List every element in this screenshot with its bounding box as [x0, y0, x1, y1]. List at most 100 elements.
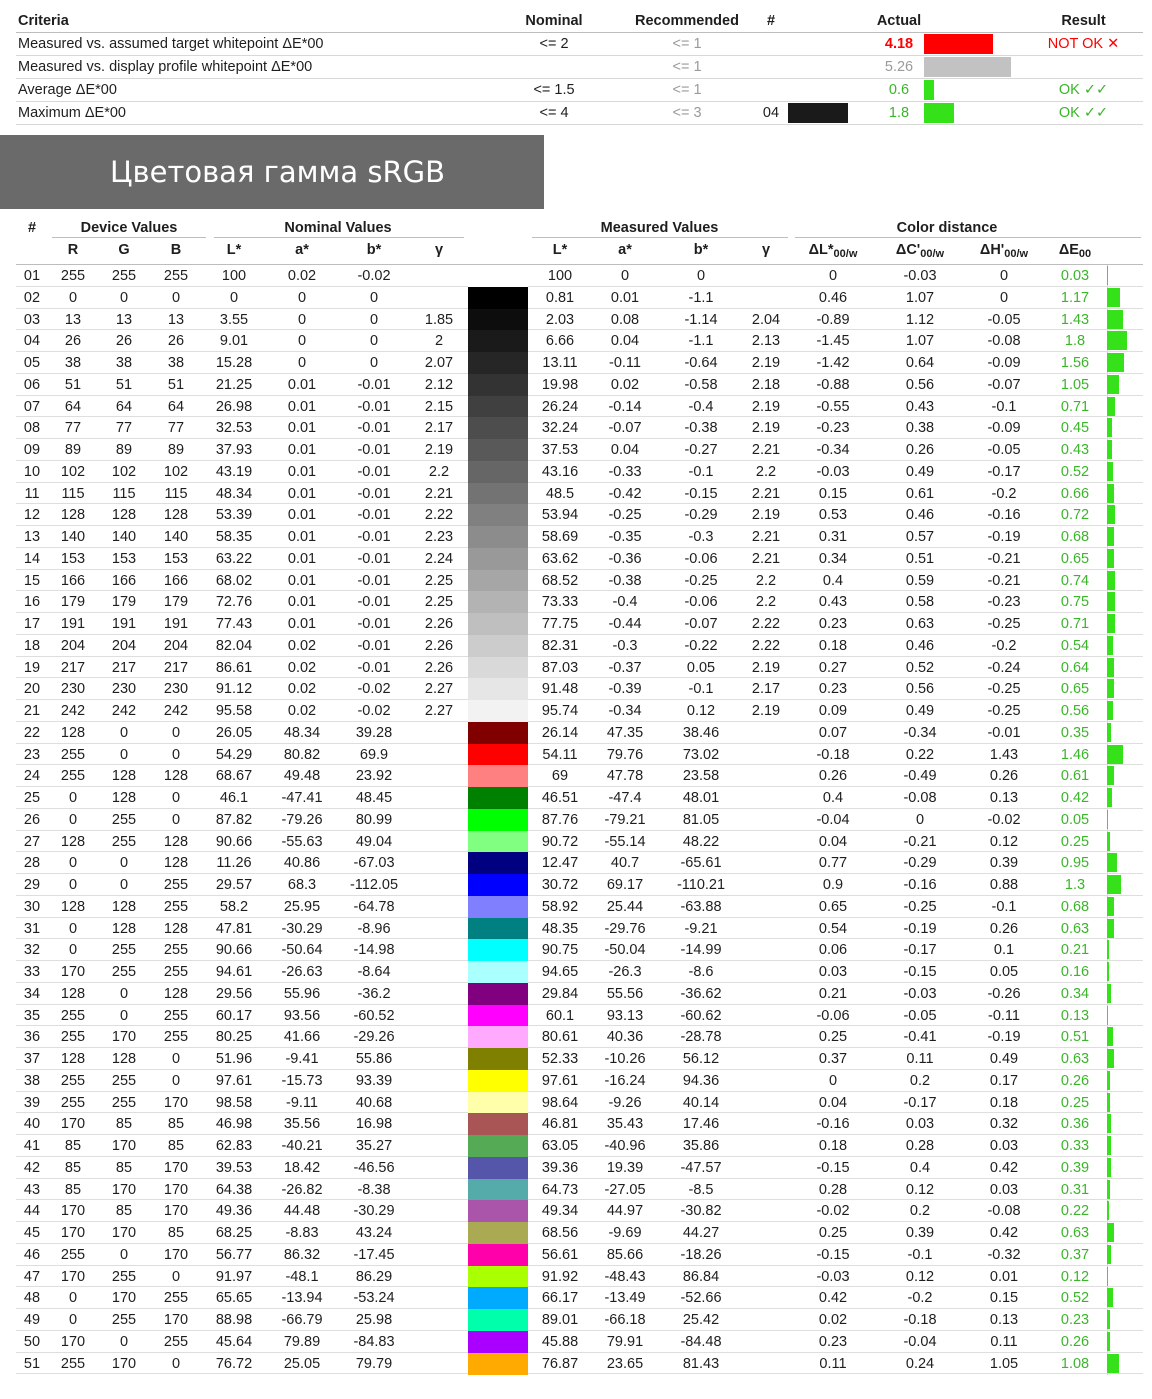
table-row: 41 85 170 85 62.83 -40.21 35.27 63.05 -40.96 35.8… — [16, 1135, 1143, 1157]
delta-l: 0.18 — [818, 1138, 848, 1154]
delta-h: 0.39 — [989, 855, 1019, 872]
row-number: 51 — [23, 1355, 41, 1372]
device-b: 102 — [163, 463, 189, 480]
measured-a: -27.05 — [604, 1181, 646, 1198]
delta-c: 0.64 — [905, 355, 935, 371]
measured-a: -50.04 — [604, 942, 646, 959]
delta-c: -0.29 — [903, 855, 937, 872]
nominal-gamma: 2.27 — [424, 681, 454, 698]
nominal-b: -30.29 — [353, 1203, 395, 1220]
delta-l: 0.06 — [818, 942, 848, 959]
measured-l: 90.75 — [541, 942, 579, 959]
delta-l: 0.23 — [818, 616, 848, 632]
measured-b: -30.82 — [680, 1203, 722, 1220]
device-g: 255 — [111, 833, 137, 850]
delta-e-bar — [1107, 331, 1127, 351]
delta-c: 0.12 — [905, 1268, 935, 1285]
device-r: 255 — [60, 1072, 86, 1089]
delta-c: 0.11 — [906, 1051, 934, 1067]
device-r: 0 — [68, 920, 78, 937]
measured-b: -52.66 — [680, 1290, 722, 1307]
row-number: 24 — [23, 768, 41, 785]
device-g: 64 — [115, 398, 133, 415]
device-g: 255 — [111, 811, 137, 828]
nominal-l: 48.34 — [215, 485, 253, 502]
measured-gamma: 2.21 — [751, 442, 781, 458]
delta-c: -0.2 — [907, 1290, 933, 1307]
measured-values-header: Measured Values — [600, 220, 719, 236]
delta-e: 0.26 — [1060, 1333, 1090, 1350]
delta-c: 0 — [915, 811, 925, 828]
measured-b: -0.64 — [684, 355, 718, 371]
delta-l: 0.77 — [818, 855, 848, 872]
device-r: 170 — [60, 1225, 86, 1241]
color-swatch — [468, 373, 528, 396]
delta-e-bar — [1107, 962, 1109, 981]
color-swatch — [468, 874, 528, 896]
device-b: 170 — [163, 1094, 189, 1111]
delta-e: 0.42 — [1060, 790, 1090, 806]
row-number: 21 — [23, 703, 41, 719]
group-header-row: # Device Values Nominal Values Measured … — [16, 217, 1143, 238]
nominal-b: 79.79 — [355, 1355, 393, 1372]
nominal-l: 86.61 — [215, 659, 253, 676]
col-delta-c-sub: 00/w — [920, 248, 945, 260]
nominal-b: 39.28 — [355, 724, 393, 741]
nominal-a: 68.3 — [287, 877, 317, 893]
color-swatch — [468, 1330, 528, 1353]
nominal-a: 0.01 — [287, 420, 317, 437]
delta-c: 0.4 — [909, 1159, 931, 1176]
delta-e-bar — [1107, 1136, 1111, 1155]
delta-e: 0.23 — [1060, 1312, 1090, 1328]
measured-gamma: 2.21 — [751, 550, 781, 567]
nominal-b: -0.01 — [357, 529, 391, 545]
device-g: 85 — [115, 1159, 133, 1176]
measured-a: 79.76 — [606, 746, 644, 763]
measured-b: -47.57 — [680, 1159, 722, 1176]
delta-l: 0 — [828, 1072, 838, 1089]
delta-e: 0.13 — [1060, 1007, 1090, 1024]
color-swatch — [468, 700, 528, 722]
table-row: 40 170 85 85 46.98 35.56 16.98 46.81 35.43 17.46 -… — [16, 1113, 1143, 1136]
nominal-a: 0 — [297, 333, 307, 350]
nominal-l: 53.39 — [215, 507, 253, 524]
measured-b: -18.26 — [680, 1246, 722, 1263]
col-delta-c: ΔC'00/w — [878, 242, 962, 260]
criteria-row: Measured vs. assumed target whitepoint Δ… — [16, 33, 1143, 56]
criteria-name: Maximum ΔE*00 — [18, 105, 126, 121]
device-b: 255 — [163, 268, 189, 284]
delta-c: 1.12 — [905, 311, 935, 328]
nominal-l: 46.1 — [219, 790, 249, 806]
table-row: 23 255 0 0 54.29 80.82 69.9 54.11 79.76 73.02 -0.1… — [16, 743, 1143, 766]
delta-l: 0.46 — [818, 289, 848, 306]
device-r: 0 — [68, 942, 78, 959]
row-number: 38 — [23, 1072, 41, 1089]
device-g: 13 — [115, 311, 133, 328]
delta-l: -0.15 — [816, 1246, 850, 1263]
device-b: 170 — [163, 1203, 189, 1220]
device-r: 255 — [60, 1094, 86, 1111]
measured-b: -0.1 — [688, 681, 714, 698]
device-g: 0 — [119, 1333, 129, 1350]
criteria-result: OK ✓✓ — [1058, 105, 1109, 121]
delta-h: 0.18 — [989, 1094, 1019, 1111]
measured-a: -0.33 — [608, 463, 642, 480]
delta-e: 0.43 — [1060, 442, 1090, 458]
device-g: 255 — [111, 1072, 137, 1089]
device-g: 128 — [111, 898, 137, 915]
delta-c: -0.15 — [903, 964, 937, 980]
delta-l: 0.65 — [818, 898, 848, 915]
device-g: 217 — [111, 659, 137, 676]
delta-e-bar — [1107, 1157, 1111, 1177]
nominal-a: -13.94 — [281, 1290, 323, 1307]
measured-gamma: 2.2 — [755, 572, 777, 589]
nominal-gamma: 2.19 — [424, 442, 454, 458]
color-swatch — [468, 482, 528, 505]
nominal-l: 80.25 — [215, 1029, 253, 1046]
device-g: 77 — [115, 420, 133, 437]
nominal-b: 25.98 — [355, 1312, 393, 1328]
delta-l: 0.03 — [818, 964, 848, 980]
measured-b: -1.1 — [688, 333, 714, 350]
row-number: 43 — [23, 1181, 41, 1198]
delta-l: 0.4 — [822, 790, 844, 806]
